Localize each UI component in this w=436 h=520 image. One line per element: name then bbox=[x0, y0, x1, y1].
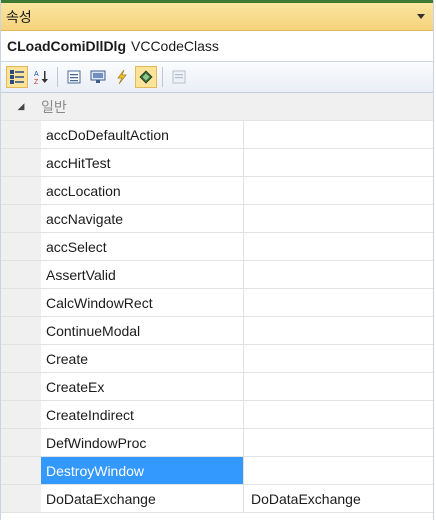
property-value[interactable] bbox=[244, 289, 433, 316]
alphabetical-icon: A Z bbox=[34, 71, 48, 85]
property-row[interactable]: CreateEx bbox=[1, 373, 433, 401]
events-button[interactable] bbox=[111, 66, 133, 88]
property-value[interactable] bbox=[244, 429, 433, 456]
panel-titlebar[interactable]: 속성 bbox=[1, 3, 433, 31]
property-name[interactable]: accLocation bbox=[41, 177, 244, 204]
property-row[interactable]: accSelect bbox=[1, 233, 433, 261]
events-icon bbox=[117, 69, 127, 85]
row-margin bbox=[1, 149, 41, 176]
messages-button[interactable] bbox=[87, 66, 109, 88]
property-row[interactable]: accDoDefaultAction bbox=[1, 121, 433, 149]
property-name[interactable]: CreateEx bbox=[41, 373, 244, 400]
panel-title: 속성 bbox=[6, 8, 32, 25]
property-row[interactable]: ContinueModal bbox=[1, 317, 433, 345]
row-margin bbox=[1, 373, 41, 400]
property-row[interactable]: DefWindowProc bbox=[1, 429, 433, 457]
collapse-triangle-icon[interactable]: ◢ bbox=[1, 101, 41, 112]
property-name[interactable]: accDoDefaultAction bbox=[41, 121, 244, 148]
property-value[interactable] bbox=[244, 261, 433, 288]
svg-text:Z: Z bbox=[34, 79, 39, 85]
row-margin bbox=[1, 485, 41, 512]
property-row[interactable]: accHitTest bbox=[1, 149, 433, 177]
object-selector[interactable]: CLoadComiDllDlg VCCodeClass bbox=[1, 31, 433, 62]
property-name[interactable]: Create bbox=[41, 345, 244, 372]
property-name[interactable]: ContinueModal bbox=[41, 317, 244, 344]
properties-window: 속성 CLoadComiDllDlg VCCodeClass A Z ◢ 일반 … bbox=[0, 0, 434, 520]
property-value[interactable] bbox=[244, 121, 433, 148]
property-value[interactable] bbox=[244, 373, 433, 400]
property-value[interactable] bbox=[244, 345, 433, 372]
property-row[interactable]: CalcWindowRect bbox=[1, 289, 433, 317]
property-value[interactable] bbox=[244, 457, 433, 484]
categorized-icon bbox=[10, 70, 24, 84]
overrides-button[interactable] bbox=[135, 66, 157, 88]
category-label: 일반 bbox=[41, 98, 67, 115]
overrides-icon bbox=[139, 70, 153, 84]
categorized-button[interactable] bbox=[6, 66, 28, 88]
property-name[interactable]: DefWindowProc bbox=[41, 429, 244, 456]
property-row[interactable]: accNavigate bbox=[1, 205, 433, 233]
property-name[interactable]: accHitTest bbox=[41, 149, 244, 176]
property-pages-button[interactable] bbox=[168, 66, 190, 88]
properties-icon bbox=[67, 70, 81, 84]
row-margin bbox=[1, 177, 41, 204]
properties-button[interactable] bbox=[63, 66, 85, 88]
property-name[interactable]: DoDataExchange bbox=[41, 485, 244, 512]
property-value[interactable] bbox=[244, 205, 433, 232]
row-margin bbox=[1, 261, 41, 288]
property-name[interactable]: CalcWindowRect bbox=[41, 289, 244, 316]
property-name[interactable]: DestroyWindow bbox=[41, 457, 244, 484]
property-name[interactable]: AssertValid bbox=[41, 261, 244, 288]
window-position-dropdown-icon[interactable] bbox=[417, 14, 425, 19]
row-margin bbox=[1, 345, 41, 372]
property-grid: ◢ 일반 accDoDefaultAction accHitTest accLoca… bbox=[1, 93, 433, 513]
svg-text:A: A bbox=[34, 71, 39, 78]
messages-icon bbox=[90, 70, 106, 83]
property-row[interactable]: AssertValid bbox=[1, 261, 433, 289]
property-row[interactable]: CreateIndirect bbox=[1, 401, 433, 429]
row-margin bbox=[1, 205, 41, 232]
category-row-general[interactable]: ◢ 일반 bbox=[1, 93, 433, 121]
toolbar-separator bbox=[57, 67, 58, 87]
property-rows: accDoDefaultAction accHitTest accLocation a… bbox=[1, 121, 433, 513]
row-margin bbox=[1, 289, 41, 316]
property-row[interactable]: DestroyWindow bbox=[1, 457, 433, 485]
property-value[interactable] bbox=[244, 177, 433, 204]
row-margin bbox=[1, 457, 41, 484]
property-value[interactable] bbox=[244, 317, 433, 344]
property-row[interactable]: accLocation bbox=[1, 177, 433, 205]
property-name[interactable]: accNavigate bbox=[41, 205, 244, 232]
toolbar-separator bbox=[162, 67, 163, 87]
alphabetical-button[interactable]: A Z bbox=[30, 66, 52, 88]
property-name[interactable]: CreateIndirect bbox=[41, 401, 244, 428]
object-type: VCCodeClass bbox=[131, 38, 219, 54]
property-pages-icon bbox=[172, 70, 186, 84]
object-name: CLoadComiDllDlg bbox=[7, 38, 126, 54]
property-value[interactable] bbox=[244, 401, 433, 428]
property-value[interactable] bbox=[244, 149, 433, 176]
property-value[interactable]: DoDataExchange bbox=[244, 485, 433, 512]
property-row[interactable]: Create bbox=[1, 345, 433, 373]
row-margin bbox=[1, 429, 41, 456]
row-margin bbox=[1, 233, 41, 260]
row-margin bbox=[1, 401, 41, 428]
property-row[interactable]: DoDataExchange DoDataExchange bbox=[1, 485, 433, 513]
properties-toolbar: A Z bbox=[1, 62, 433, 93]
property-value[interactable] bbox=[244, 233, 433, 260]
row-margin bbox=[1, 121, 41, 148]
property-name[interactable]: accSelect bbox=[41, 233, 244, 260]
row-margin bbox=[1, 317, 41, 344]
